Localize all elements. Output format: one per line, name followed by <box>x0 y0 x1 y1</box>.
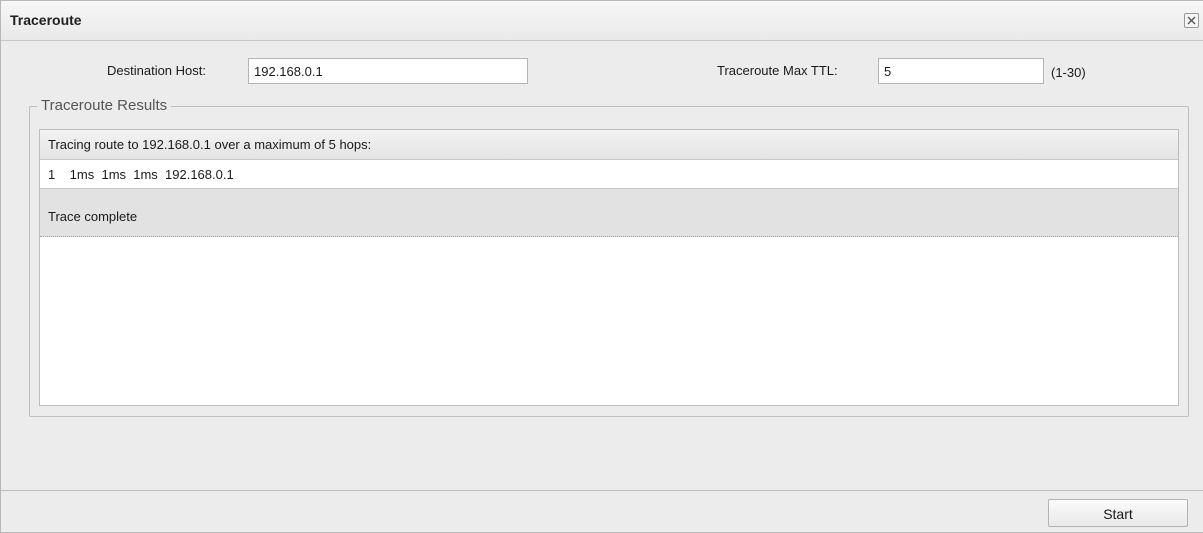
result-line-complete: Trace complete <box>40 189 1178 237</box>
results-legend: Traceroute Results <box>37 97 172 114</box>
max-ttl-label: Traceroute Max TTL: <box>717 63 838 78</box>
dialog-titlebar: Traceroute <box>1 1 1203 41</box>
ttl-range-hint: (1-30) <box>1051 65 1086 80</box>
result-line-hop: 1 1ms 1ms 1ms 192.168.0.1 <box>40 160 1178 189</box>
results-output-panel[interactable]: Tracing route to 192.168.0.1 over a maxi… <box>39 129 1179 406</box>
close-button[interactable] <box>1184 13 1199 28</box>
destination-host-input[interactable] <box>248 58 528 84</box>
destination-host-label: Destination Host: <box>107 63 206 78</box>
footer-divider <box>1 490 1203 491</box>
traceroute-dialog: Traceroute Destination Host: Traceroute … <box>0 0 1203 533</box>
dialog-title: Traceroute <box>10 12 82 28</box>
max-ttl-input[interactable] <box>878 58 1044 84</box>
result-line-header: Tracing route to 192.168.0.1 over a maxi… <box>40 130 1178 160</box>
close-icon <box>1187 16 1196 25</box>
start-button[interactable]: Start <box>1048 499 1188 527</box>
